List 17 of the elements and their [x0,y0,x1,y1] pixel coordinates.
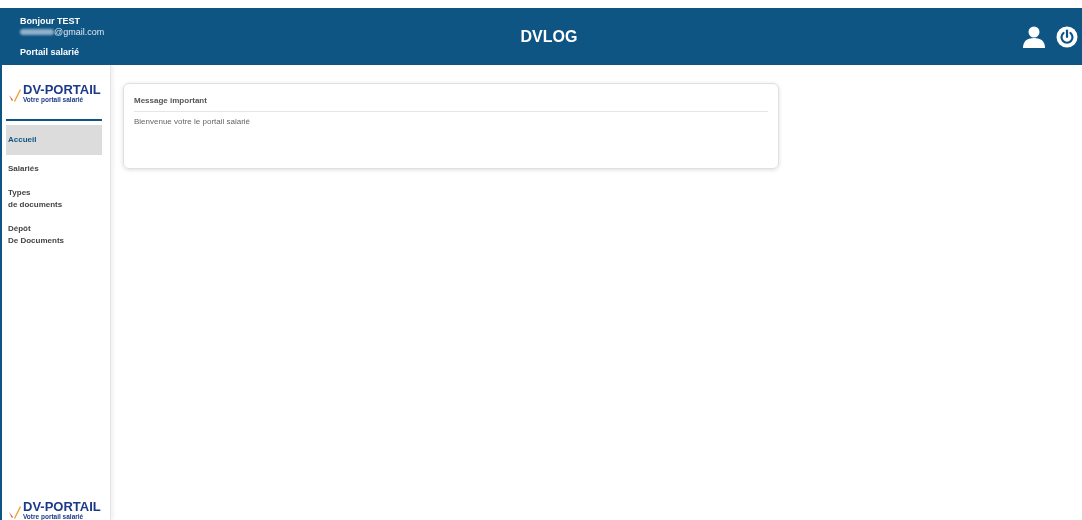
message-text: Bienvenue votre le portail salarié [134,117,252,126]
portal-subtitle: Portail salarié [20,47,81,57]
greeting-text: Bonjour TEST [20,16,81,26]
logo-name: DV-PORTAIL [23,500,101,513]
nav-item[interactable]: Types de documents [6,183,102,215]
nav-item[interactable]: Salariés [6,159,102,179]
app-title: DVLOG [519,27,579,46]
user-icon[interactable] [1022,25,1046,48]
redacted-mark [20,29,54,35]
email-text: @gmail.com [54,27,105,37]
power-icon[interactable] [1056,25,1078,48]
nav-item[interactable]: Accueil [6,125,102,155]
logo-mark-icon [8,504,22,520]
logo-name: DV-PORTAIL [23,83,101,96]
nav-item[interactable]: Dépôt De Documents [6,219,102,251]
card-title: Message important [134,96,768,112]
logo-mark-icon [8,87,22,103]
